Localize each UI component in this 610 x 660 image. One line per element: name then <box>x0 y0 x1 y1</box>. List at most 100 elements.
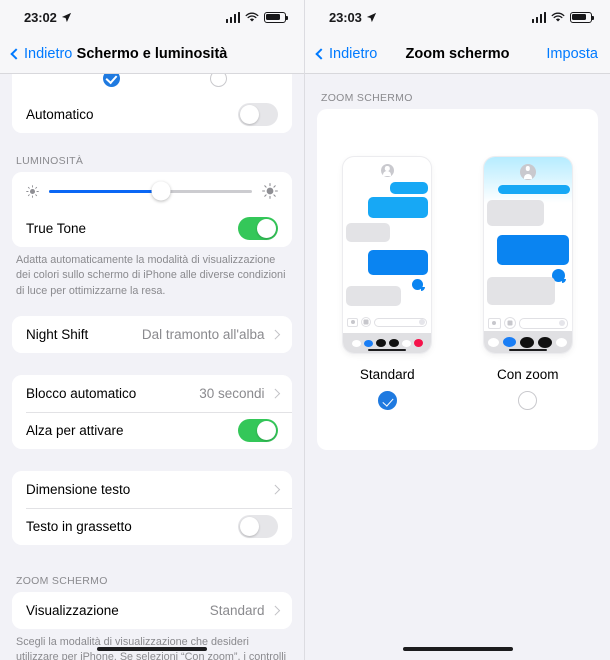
set-button[interactable]: Imposta <box>546 46 598 62</box>
nav-bar-left: Indietro Schermo e luminosità <box>0 34 304 74</box>
left-phone-screen: 23:02 Indietro Schermo e luminosità Auto… <box>0 0 305 660</box>
contact-avatar-icon <box>519 164 536 180</box>
zoom-section-header: ZOOM SCHERMO <box>321 92 413 104</box>
zoomed-preview-phone <box>483 157 572 353</box>
automatic-toggle[interactable] <box>238 103 278 126</box>
camera-icon <box>487 317 501 329</box>
message-bubble <box>368 250 429 275</box>
zoomed-label: Con zoom <box>496 367 559 382</box>
back-button-right[interactable]: Indietro <box>315 45 378 62</box>
bold-text-toggle[interactable] <box>238 514 278 538</box>
right-phone-screen: 23:03 Indietro Zoom schermo Imposta ZOOM… <box>305 0 610 660</box>
chevron-left-icon <box>315 47 327 60</box>
zoom-options-area: ZOOM SCHERMO Standard Con zoom <box>305 74 610 660</box>
wifi-icon <box>245 12 259 22</box>
option-zoomed[interactable]: Con zoom <box>483 157 572 410</box>
raise-to-wake-row[interactable]: Alza per attivare <box>12 411 292 449</box>
option-standard[interactable]: Standard <box>343 157 432 410</box>
contact-avatar-icon <box>380 164 394 177</box>
dock-dot <box>401 339 411 347</box>
text-size-row[interactable]: Dimensione testo <box>12 470 292 508</box>
message-text-field <box>374 317 428 327</box>
bold-text-row[interactable]: Testo in grassetto <box>12 507 292 545</box>
dock-dot <box>363 339 373 347</box>
camera-icon <box>347 317 359 327</box>
back-button-label-right: Indietro <box>329 45 378 62</box>
nav-bar-right: Indietro Zoom schermo Imposta <box>305 34 610 74</box>
settings-scroll-area[interactable]: Automatico LUMINOSITÀ True Tone Adatta a… <box>0 74 304 660</box>
preview-home-indicator <box>508 348 547 351</box>
automatic-appearance-row[interactable]: Automatico <box>12 96 292 133</box>
message-bubble <box>496 235 569 265</box>
location-arrow-icon <box>366 12 376 22</box>
raise-to-wake-toggle[interactable] <box>238 418 278 442</box>
standard-radio[interactable] <box>377 391 397 410</box>
view-row[interactable]: Visualizzazione Standard <box>12 591 292 629</box>
cellular-bars-icon <box>225 11 240 23</box>
message-bubble <box>412 279 425 291</box>
message-bubble <box>497 185 570 194</box>
status-time-right: 23:03 <box>329 10 377 25</box>
preview-options: Standard Con zoom <box>317 157 598 410</box>
sun-large-icon <box>262 183 278 199</box>
true-tone-footer: Adatta automaticamente la modalità di vi… <box>16 254 286 297</box>
lock-card: Blocco automatico 30 secondi Alza per at… <box>12 374 292 449</box>
back-button-left[interactable]: Indietro <box>10 45 73 62</box>
night-shift-label: Night Shift <box>26 326 89 342</box>
brightness-slider-row[interactable] <box>12 172 292 210</box>
standard-message-mockup <box>343 157 432 353</box>
home-indicator-right <box>402 646 513 651</box>
dock-dot <box>503 337 517 347</box>
automatic-label: Automatico <box>26 107 94 122</box>
night-shift-card: Night Shift Dal tramonto all'alba <box>12 315 292 353</box>
true-tone-row[interactable]: True Tone <box>12 210 292 247</box>
home-indicator-left <box>97 646 207 651</box>
chevron-right-icon <box>270 388 280 399</box>
brightness-slider-knob[interactable] <box>151 181 171 201</box>
brightness-slider-track[interactable] <box>49 181 252 201</box>
battery-icon <box>264 11 288 23</box>
dock-dot <box>556 337 568 347</box>
appearance-options-row <box>12 74 292 96</box>
zoom-preview-card: Standard Con zoom <box>317 109 598 450</box>
message-bubble <box>390 182 429 194</box>
message-input-bar <box>343 317 431 327</box>
standard-label: Standard <box>359 367 415 382</box>
dock-dot <box>538 336 553 348</box>
auto-lock-row[interactable]: Blocco automatico 30 secondi <box>12 374 292 412</box>
dock-dot <box>351 339 361 347</box>
battery-icon <box>570 11 594 23</box>
view-label: Visualizzazione <box>26 602 119 618</box>
zoomed-radio[interactable] <box>518 391 538 410</box>
message-bubble <box>486 200 544 226</box>
back-button-label-left: Indietro <box>24 45 73 62</box>
night-shift-row[interactable]: Night Shift Dal tramonto all'alba <box>12 315 292 353</box>
true-tone-toggle[interactable] <box>238 217 278 240</box>
dock-dot <box>375 339 386 347</box>
night-shift-value: Dal tramonto all'alba <box>141 326 265 342</box>
chevron-left-icon <box>10 47 22 60</box>
brightness-card: True Tone <box>12 172 292 247</box>
auto-lock-label: Blocco automatico <box>26 385 137 401</box>
display-zoom-footer: Scegli la modalità di visualizzazione ch… <box>16 635 287 660</box>
appearance-light-radio[interactable] <box>103 74 120 87</box>
message-bubble <box>346 223 391 242</box>
chevron-right-icon <box>270 329 280 340</box>
zoomed-message-mockup <box>483 157 572 353</box>
preview-home-indicator <box>368 348 407 351</box>
dock-dot <box>388 339 399 347</box>
wifi-icon <box>551 12 565 22</box>
bold-text-label: Testo in grassetto <box>26 518 132 534</box>
app-store-icon <box>361 317 372 327</box>
status-bar-left: 23:02 <box>0 0 304 34</box>
brightness-section-header: LUMINOSITÀ <box>16 155 84 167</box>
text-card: Dimensione testo Testo in grassetto <box>12 470 292 545</box>
chevron-right-icon <box>270 484 280 495</box>
appearance-picker-card: Automatico <box>12 74 292 133</box>
dock-dot <box>520 336 535 348</box>
status-time-text-left: 23:02 <box>24 9 57 25</box>
cellular-bars-icon <box>531 11 546 23</box>
appearance-dark-radio[interactable] <box>210 74 227 87</box>
true-tone-label: True Tone <box>26 221 87 236</box>
message-bubble <box>346 286 402 306</box>
